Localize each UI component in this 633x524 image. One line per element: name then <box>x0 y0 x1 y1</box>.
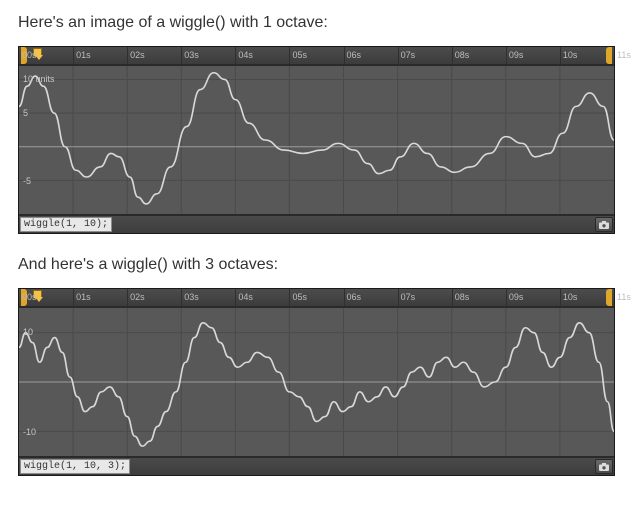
snapshot-button[interactable] <box>595 217 613 232</box>
ruler-tick-label: 09s <box>509 50 524 60</box>
ruler-tick-label: 09s <box>509 292 524 302</box>
ruler-tick <box>73 289 74 306</box>
ruler-tick <box>452 289 453 306</box>
ruler-tick <box>344 289 345 306</box>
ruler-tick <box>235 47 236 64</box>
ruler-tick-label: 03s <box>184 292 199 302</box>
camera-icon <box>599 463 609 471</box>
ruler-tick-label: 08s <box>455 50 470 60</box>
ruler-tick-label: 04s <box>238 50 253 60</box>
graph-editor-panel-1oct: 00s01s02s03s04s05s06s07s08s09s10s11s 10 … <box>18 46 615 234</box>
y-axis-tick-label: 10 <box>23 327 33 337</box>
ruler-tick-label: 05s <box>292 50 307 60</box>
ruler-tick <box>127 289 128 306</box>
ruler-tick <box>506 47 507 64</box>
ruler-tick <box>560 47 561 64</box>
caption-3-octaves: And here's a wiggle() with 3 octaves: <box>18 256 615 274</box>
ruler-tick-label: 02s <box>130 292 145 302</box>
ruler-tick <box>344 47 345 64</box>
ruler-tick <box>398 47 399 64</box>
ruler-tick <box>398 289 399 306</box>
ruler-tick <box>127 47 128 64</box>
ruler-tick <box>181 47 182 64</box>
ruler-tick-label: 11s <box>617 50 631 60</box>
y-axis-tick-label: -5 <box>23 176 31 186</box>
time-ruler[interactable]: 00s01s02s03s04s05s06s07s08s09s10s11s <box>19 47 614 65</box>
graph-editor-panel-3oct: 00s01s02s03s04s05s06s07s08s09s10s11s 10-… <box>18 288 615 476</box>
graph-area[interactable]: 10 -10 <box>19 307 614 457</box>
ruler-tick <box>452 47 453 64</box>
workarea-start-icon[interactable] <box>21 47 27 64</box>
camera-icon <box>599 221 609 229</box>
ruler-tick-label: 08s <box>455 292 470 302</box>
ruler-tick-label: 05s <box>292 292 307 302</box>
expression-input[interactable]: wiggle(1, 10, 3); <box>20 459 130 474</box>
workarea-start-icon[interactable] <box>21 289 27 306</box>
ruler-tick <box>560 289 561 306</box>
ruler-tick-label: 07s <box>401 50 416 60</box>
expression-row: wiggle(1, 10, 3); <box>19 457 614 475</box>
y-axis-tick-label: -10 <box>23 427 36 437</box>
ruler-tick-label: 11s <box>617 292 631 302</box>
ruler-tick <box>289 289 290 306</box>
workarea-end-icon[interactable] <box>606 47 612 64</box>
caption-1-octave: Here's an image of a wiggle() with 1 oct… <box>18 14 615 32</box>
ruler-tick-label: 01s <box>76 50 91 60</box>
expression-row: wiggle(1, 10); <box>19 215 614 233</box>
ruler-tick <box>181 289 182 306</box>
expression-input[interactable]: wiggle(1, 10); <box>20 217 112 232</box>
wiggle-curve-1oct <box>19 66 614 214</box>
ruler-tick-label: 01s <box>76 292 91 302</box>
workarea-end-icon[interactable] <box>606 289 612 306</box>
ruler-tick-label: 07s <box>401 292 416 302</box>
y-axis-tick-label: 10 units <box>23 74 55 84</box>
ruler-tick-label: 10s <box>563 50 578 60</box>
playhead-icon[interactable] <box>31 47 41 64</box>
time-ruler[interactable]: 00s01s02s03s04s05s06s07s08s09s10s11s <box>19 289 614 307</box>
y-axis-tick-label: 5 <box>23 108 28 118</box>
playhead-icon[interactable] <box>31 289 41 306</box>
ruler-tick-label: 02s <box>130 50 145 60</box>
ruler-tick <box>289 47 290 64</box>
ruler-tick <box>506 289 507 306</box>
ruler-tick <box>235 289 236 306</box>
ruler-tick <box>73 47 74 64</box>
ruler-tick-label: 10s <box>563 292 578 302</box>
ruler-tick-label: 06s <box>347 50 362 60</box>
wiggle-curve-3oct <box>19 308 614 456</box>
ruler-tick-label: 04s <box>238 292 253 302</box>
ruler-tick-label: 03s <box>184 50 199 60</box>
graph-area[interactable]: 10 units 5 -5 <box>19 65 614 215</box>
snapshot-button[interactable] <box>595 459 613 474</box>
ruler-tick-label: 06s <box>347 292 362 302</box>
